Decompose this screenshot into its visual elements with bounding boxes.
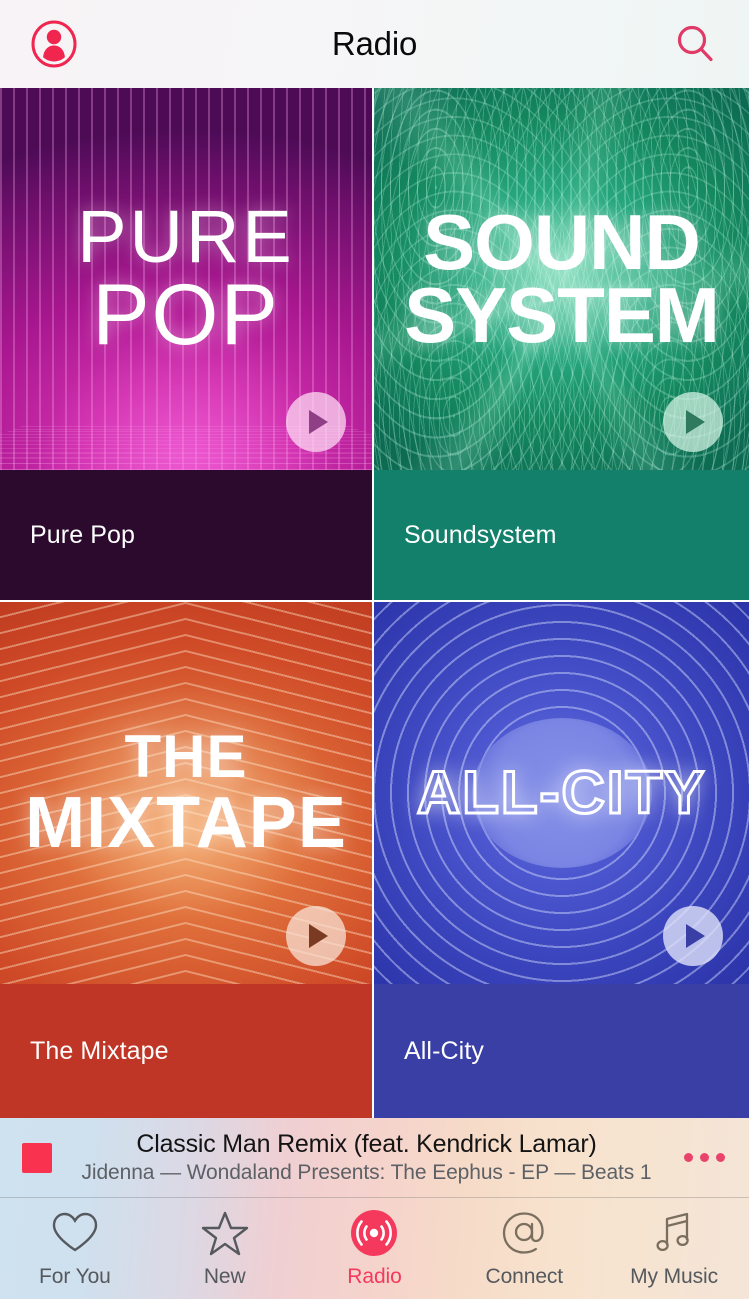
station-artwork: PURE POP (0, 88, 372, 470)
play-icon (686, 924, 705, 948)
page-title: Radio (331, 25, 418, 62)
play-button[interactable] (663, 392, 723, 452)
search-button[interactable] (665, 14, 725, 74)
music-note-icon (649, 1208, 699, 1258)
search-icon (677, 25, 713, 62)
more-dots-icon (699, 1153, 709, 1162)
tab-new[interactable]: New (150, 1208, 300, 1289)
artwork-title-line1: THE (124, 723, 248, 790)
star-icon (200, 1208, 250, 1258)
now-playing-title: Classic Man Remix (feat. Kendrick Lamar) (136, 1129, 597, 1158)
station-grid: PURE POP Pure Pop SOUND SYSTEM Soundsyst… (0, 88, 749, 1118)
tab-label: New (203, 1265, 246, 1288)
tab-for-you[interactable]: For You (0, 1208, 150, 1289)
bottom-bars: Classic Man Remix (feat. Kendrick Lamar)… (0, 1118, 749, 1299)
artwork-title-line2: MIXTAPE (25, 783, 347, 863)
tab-label: My Music (630, 1265, 719, 1288)
station-label-band: All-City (374, 984, 749, 1118)
artwork-title-line2: SYSTEM (404, 271, 720, 359)
play-icon (309, 924, 328, 948)
now-playing-text: Classic Man Remix (feat. Kendrick Lamar)… (52, 1130, 681, 1185)
play-button[interactable] (286, 906, 346, 966)
radio-icon (349, 1208, 399, 1258)
station-label-band: Pure Pop (0, 470, 372, 600)
tab-label: Radio (347, 1265, 402, 1288)
app-screen: Radio PURE POP Pure Pop SOUND SYSTEM Sou… (0, 0, 749, 1299)
station-tile-all-city[interactable]: ALL-CITY All-City (374, 602, 749, 1118)
station-label-band: Soundsystem (374, 470, 749, 600)
more-dots-icon (715, 1153, 725, 1162)
station-label: Pure Pop (30, 520, 136, 549)
more-dots-icon (683, 1153, 693, 1162)
play-icon (686, 410, 705, 434)
tab-label: Connect (485, 1265, 564, 1288)
at-sign-icon (499, 1208, 549, 1258)
navigation-bar: Radio (0, 0, 749, 88)
tab-radio[interactable]: Radio (300, 1208, 450, 1289)
station-label: The Mixtape (30, 1036, 169, 1065)
tab-connect[interactable]: Connect (449, 1208, 599, 1289)
station-label-band: The Mixtape (0, 984, 372, 1118)
play-button[interactable] (663, 906, 723, 966)
profile-button[interactable] (24, 14, 84, 74)
station-artwork: THE MIXTAPE (0, 602, 372, 984)
station-tile-soundsystem[interactable]: SOUND SYSTEM Soundsystem (374, 88, 749, 602)
station-artwork: SOUND SYSTEM (374, 88, 749, 470)
tab-label: For You (39, 1265, 111, 1288)
person-circle-icon (31, 20, 77, 68)
station-label: All-City (404, 1036, 484, 1065)
artwork-title-line1: ALL-CITY (415, 758, 707, 826)
play-button[interactable] (286, 392, 346, 452)
artwork-title-line1: PURE (77, 194, 295, 278)
tab-bar: For You New Radio Connect My Music (0, 1197, 749, 1299)
now-playing-artwork (22, 1142, 52, 1173)
station-tile-the-mixtape[interactable]: THE MIXTAPE The Mixtape (0, 602, 374, 1118)
now-playing-more-button[interactable] (681, 1153, 727, 1162)
artwork-title-line2: POP (92, 267, 280, 364)
heart-icon (50, 1208, 100, 1258)
now-playing-subtitle: Jidenna — Wondaland Presents: The Eephus… (81, 1160, 652, 1184)
now-playing-bar[interactable]: Classic Man Remix (feat. Kendrick Lamar)… (0, 1118, 749, 1197)
station-label: Soundsystem (404, 520, 557, 549)
artwork-title-line1: SOUND (423, 197, 701, 286)
station-tile-pure-pop[interactable]: PURE POP Pure Pop (0, 88, 374, 602)
play-icon (309, 410, 328, 434)
station-artwork: ALL-CITY (374, 602, 749, 984)
tab-my-music[interactable]: My Music (599, 1208, 749, 1289)
